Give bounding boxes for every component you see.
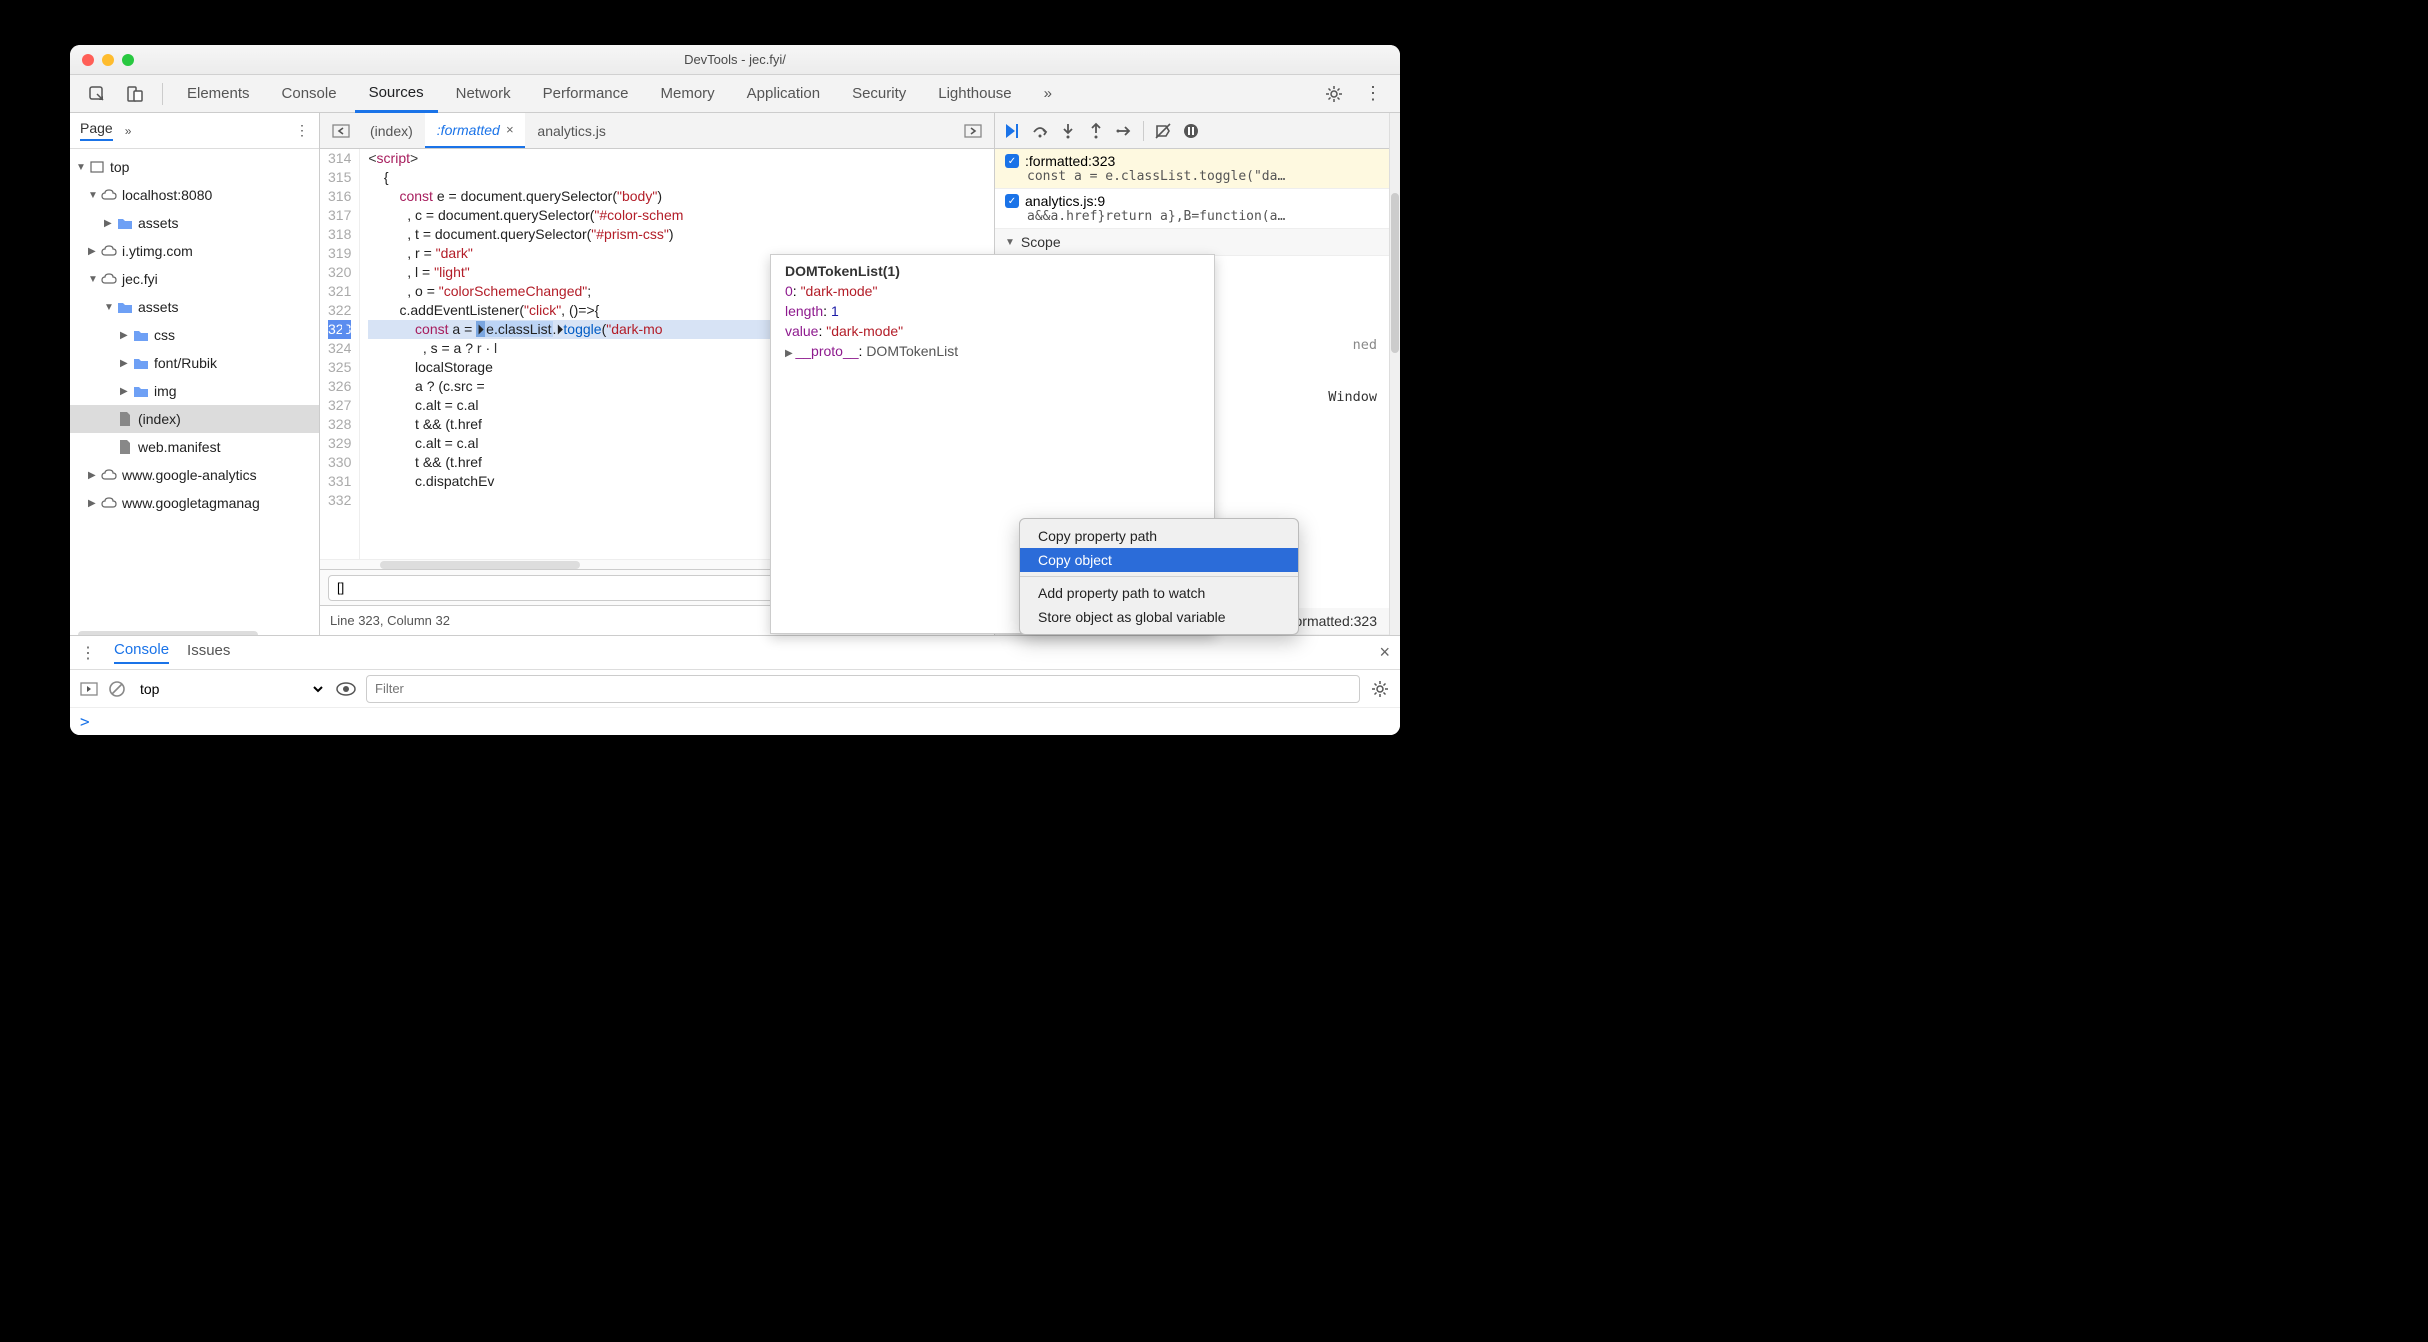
step-over-icon[interactable] (1031, 122, 1049, 140)
cloud-icon (100, 468, 118, 482)
close-window-button[interactable] (82, 54, 94, 66)
context-selector[interactable]: top (136, 675, 326, 703)
menu-item-add-property-path-to-watch[interactable]: Add property path to watch (1020, 581, 1298, 605)
live-expression-icon[interactable] (336, 682, 356, 696)
main-tabbar: ElementsConsoleSourcesNetworkPerformance… (70, 75, 1400, 113)
tab-network[interactable]: Network (442, 75, 525, 112)
frame-icon (88, 159, 106, 175)
file-icon (116, 439, 134, 455)
drawer-kebab-icon[interactable]: ⋮ (80, 643, 96, 663)
tree-item-img[interactable]: ▶img (70, 377, 319, 405)
tree-item--index-[interactable]: (index) (70, 405, 319, 433)
folder-icon (116, 300, 134, 314)
tab-console[interactable]: Console (268, 75, 351, 112)
issues-drawer-tab[interactable]: Issues (187, 642, 230, 663)
folder-icon (132, 328, 150, 342)
breakpoint-item[interactable]: ✓analytics.js:9a&&a.href}return a},B=fun… (995, 189, 1389, 229)
titlebar: DevTools - jec.fyi/ (70, 45, 1400, 75)
step-into-icon[interactable] (1059, 122, 1077, 140)
folder-icon (132, 356, 150, 370)
settings-icon[interactable] (1316, 80, 1352, 108)
folder-icon (132, 384, 150, 398)
tab-sources[interactable]: Sources (355, 76, 438, 113)
page-tab[interactable]: Page (80, 120, 113, 141)
menu-item-store-object-as-global-variable[interactable]: Store object as global variable (1020, 605, 1298, 629)
cloud-icon (100, 244, 118, 258)
zoom-window-button[interactable] (122, 54, 134, 66)
console-prompt[interactable]: > (70, 708, 1400, 735)
sidebar: Page » ⋮ ▼top▼localhost:8080▶assets▶i.yt… (70, 113, 320, 635)
tree-item-jec-fyi[interactable]: ▼jec.fyi (70, 265, 319, 293)
step-icon[interactable] (1115, 122, 1133, 140)
pause-exceptions-icon[interactable] (1182, 122, 1200, 140)
code-horizontal-scrollbar[interactable] (380, 561, 580, 569)
tree-item-i-ytimg-com[interactable]: ▶i.ytimg.com (70, 237, 319, 265)
file-tab-formatted[interactable]: :formatted× (425, 113, 526, 148)
tab-elements[interactable]: Elements (173, 75, 264, 112)
tab-lighthouse[interactable]: Lighthouse (924, 75, 1025, 112)
close-drawer-icon[interactable]: × (1379, 642, 1390, 663)
tree-item-assets[interactable]: ▶assets (70, 209, 319, 237)
tooltip-property[interactable]: length: 1 (771, 301, 1214, 321)
tree-item-assets[interactable]: ▼assets (70, 293, 319, 321)
tooltip-property[interactable]: ▶ __proto__: DOMTokenList (771, 341, 1214, 361)
tree-item-css[interactable]: ▶css (70, 321, 319, 349)
tree-item-top[interactable]: ▼top (70, 153, 319, 181)
checkbox-icon[interactable]: ✓ (1005, 194, 1019, 208)
console-drawer: ⋮ Console Issues × top > (70, 635, 1400, 735)
file-tab-index[interactable]: (index) (358, 113, 425, 148)
tooltip-title: DOMTokenList(1) (771, 261, 1214, 281)
nav-back-icon[interactable] (326, 118, 356, 144)
sidebar-header: Page » ⋮ (70, 113, 319, 149)
devtools-window: DevTools - jec.fyi/ ElementsConsoleSourc… (70, 45, 1400, 735)
debugger-toolbar (995, 113, 1389, 149)
tree-item-www-google-analytics[interactable]: ▶www.google-analytics (70, 461, 319, 489)
window-title: DevTools - jec.fyi/ (684, 52, 786, 67)
tree-item-font-Rubik[interactable]: ▶font/Rubik (70, 349, 319, 377)
cloud-icon (100, 188, 118, 202)
kebab-menu-icon[interactable]: ⋮ (1356, 79, 1390, 108)
context-menu: Copy property pathCopy object Add propert… (1019, 518, 1299, 635)
file-tabs: (index):formatted×analytics.js (320, 113, 994, 149)
console-play-icon[interactable] (80, 680, 98, 698)
tooltip-property[interactable]: 0: "dark-mode" (771, 281, 1214, 301)
more-tabs-button[interactable]: » (1030, 75, 1066, 112)
more-sidebar-tabs[interactable]: » (125, 124, 132, 138)
file-icon (116, 411, 134, 427)
console-filter-input[interactable] (366, 675, 1360, 703)
minimize-window-button[interactable] (102, 54, 114, 66)
file-tree: ▼top▼localhost:8080▶assets▶i.ytimg.com▼j… (70, 149, 319, 627)
file-tab-analyticsjs[interactable]: analytics.js (525, 113, 617, 148)
resume-icon[interactable] (1003, 122, 1021, 140)
tree-item-web-manifest[interactable]: web.manifest (70, 433, 319, 461)
menu-item-copy-property-path[interactable]: Copy property path (1020, 524, 1298, 548)
tab-memory[interactable]: Memory (647, 75, 729, 112)
deactivate-breakpoints-icon[interactable] (1154, 122, 1172, 140)
tab-application[interactable]: Application (733, 75, 834, 112)
vertical-scrollbar[interactable] (1391, 193, 1399, 353)
folder-icon (116, 216, 134, 230)
sidebar-kebab-icon[interactable]: ⋮ (295, 122, 309, 139)
traffic-lights (82, 54, 134, 66)
tab-performance[interactable]: Performance (529, 75, 643, 112)
inspect-icon[interactable] (80, 81, 114, 107)
checkbox-icon[interactable]: ✓ (1005, 154, 1019, 168)
nav-forward-icon[interactable] (958, 118, 988, 144)
cloud-icon (100, 272, 118, 286)
drawer-tabs: ⋮ Console Issues × (70, 636, 1400, 670)
console-settings-icon[interactable] (1370, 679, 1390, 699)
cloud-icon (100, 496, 118, 510)
step-out-icon[interactable] (1087, 122, 1105, 140)
tree-item-localhost-8080[interactable]: ▼localhost:8080 (70, 181, 319, 209)
tooltip-property[interactable]: value: "dark-mode" (771, 321, 1214, 341)
tree-item-www-googletagmanag[interactable]: ▶www.googletagmanag (70, 489, 319, 517)
menu-item-copy-object[interactable]: Copy object (1020, 548, 1298, 572)
scope-header[interactable]: ▼Scope (995, 229, 1389, 256)
breakpoint-item[interactable]: ✓:formatted:323const a = e.classList.tog… (995, 149, 1389, 189)
device-toggle-icon[interactable] (118, 81, 152, 107)
console-drawer-tab[interactable]: Console (114, 641, 169, 664)
tab-security[interactable]: Security (838, 75, 920, 112)
clear-console-icon[interactable] (108, 680, 126, 698)
close-tab-icon[interactable]: × (506, 122, 514, 137)
